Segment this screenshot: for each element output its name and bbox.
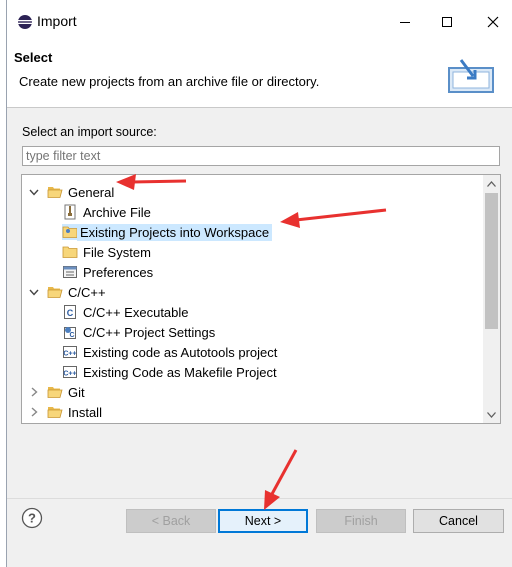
tree-item-label: General: [68, 184, 115, 200]
preferences-icon: [62, 264, 78, 280]
tree-item-label: Existing Code as Makefile Project: [83, 364, 277, 380]
scroll-down-button[interactable]: [483, 406, 500, 423]
folder-icon: [62, 244, 78, 260]
eclipse-logo-icon: [18, 15, 32, 29]
next-button[interactable]: Next >: [218, 509, 308, 533]
svg-text:C: C: [69, 332, 74, 339]
tree-item-label: Preferences: [83, 264, 154, 280]
help-icon[interactable]: ?: [21, 507, 43, 529]
tree-item[interactable]: C/C++: [26, 282, 106, 302]
tree-item[interactable]: C++ Existing Code as Makefile Project: [62, 362, 277, 382]
wizard-footer: ? < Back Next > Finish Cancel: [7, 498, 512, 567]
tree-item-label: Git: [68, 384, 85, 400]
scroll-up-button[interactable]: [483, 175, 500, 192]
wizard-header: Select Create new projects from an archi…: [7, 42, 512, 108]
chevron-right-icon[interactable]: [26, 404, 42, 420]
import-dialog: Import Select Create new projects from a…: [6, 0, 512, 567]
scroll-thumb[interactable]: [485, 193, 498, 329]
chevron-right-icon[interactable]: [26, 384, 42, 400]
page-description: Create new projects from an archive file…: [19, 74, 320, 89]
tree-item-label: C/C++: [68, 284, 106, 300]
tree-scrollbar[interactable]: [483, 175, 500, 423]
folder-open-icon: [47, 184, 63, 200]
tree-item[interactable]: C C/C++ Project Settings: [62, 322, 215, 342]
folder-open-icon: [47, 284, 63, 300]
tree-item[interactable]: General: [26, 182, 114, 202]
makefile-icon: C++: [62, 364, 78, 380]
tree-item[interactable]: C C/C++ Executable: [62, 302, 189, 322]
maximize-icon: [442, 17, 452, 27]
chevron-down-icon[interactable]: [26, 184, 42, 200]
tree-item-label: Existing code as Autotools project: [83, 344, 278, 360]
tree-item[interactable]: File System: [62, 242, 151, 262]
svg-text:?: ?: [28, 511, 36, 526]
existing-projects-icon: [62, 224, 78, 240]
svg-text:C++: C++: [63, 351, 76, 358]
chevron-up-icon: [487, 180, 496, 187]
minimize-icon: [400, 22, 410, 23]
close-button[interactable]: [473, 8, 512, 36]
chevron-down-icon[interactable]: [26, 284, 42, 300]
window-title: Import: [37, 13, 77, 29]
folder-open-icon: [47, 404, 63, 420]
tree-item[interactable]: Oomph: [26, 422, 111, 423]
close-icon: [487, 16, 499, 28]
cancel-button[interactable]: Cancel: [413, 509, 504, 533]
tree-item[interactable]: Git: [26, 382, 85, 402]
tree-item[interactable]: Existing Projects into Workspace: [62, 222, 273, 242]
tree-item[interactable]: Preferences: [62, 262, 153, 282]
minimize-button[interactable]: [385, 8, 425, 36]
tree-item[interactable]: Archive File: [62, 202, 151, 222]
tree-item-label: Existing Projects into Workspace: [77, 223, 273, 241]
tree-item[interactable]: Install: [26, 402, 102, 422]
archive-file-icon: [62, 204, 78, 220]
tree-item-label: File System: [83, 244, 151, 260]
c-executable-icon: C: [62, 304, 78, 320]
tree-item[interactable]: C++ Existing code as Autotools project: [62, 342, 277, 362]
tree-item-label: Install: [68, 404, 102, 420]
svg-text:C: C: [67, 308, 74, 318]
title-bar[interactable]: Import: [7, 0, 512, 42]
wizard-content: Select an import source: General Archive …: [7, 108, 512, 498]
tree-item-label: C/C++ Executable: [83, 304, 189, 320]
tree-item-label: Archive File: [83, 204, 151, 220]
project-settings-icon: C: [62, 324, 78, 340]
page-title: Select: [14, 50, 53, 65]
folder-open-icon: [47, 384, 63, 400]
finish-button[interactable]: Finish: [316, 509, 406, 533]
svg-text:C++: C++: [63, 371, 76, 378]
back-button[interactable]: < Back: [126, 509, 216, 533]
tree-item-label: C/C++ Project Settings: [83, 324, 216, 340]
autotools-icon: C++: [62, 344, 78, 360]
chevron-down-icon: [487, 411, 496, 418]
filter-input[interactable]: [22, 146, 500, 166]
import-source-label: Select an import source:: [22, 125, 157, 139]
import-source-tree[interactable]: General Archive File Existing Projects int…: [21, 174, 501, 424]
import-wizard-icon: [448, 59, 494, 93]
maximize-button[interactable]: [427, 8, 467, 36]
